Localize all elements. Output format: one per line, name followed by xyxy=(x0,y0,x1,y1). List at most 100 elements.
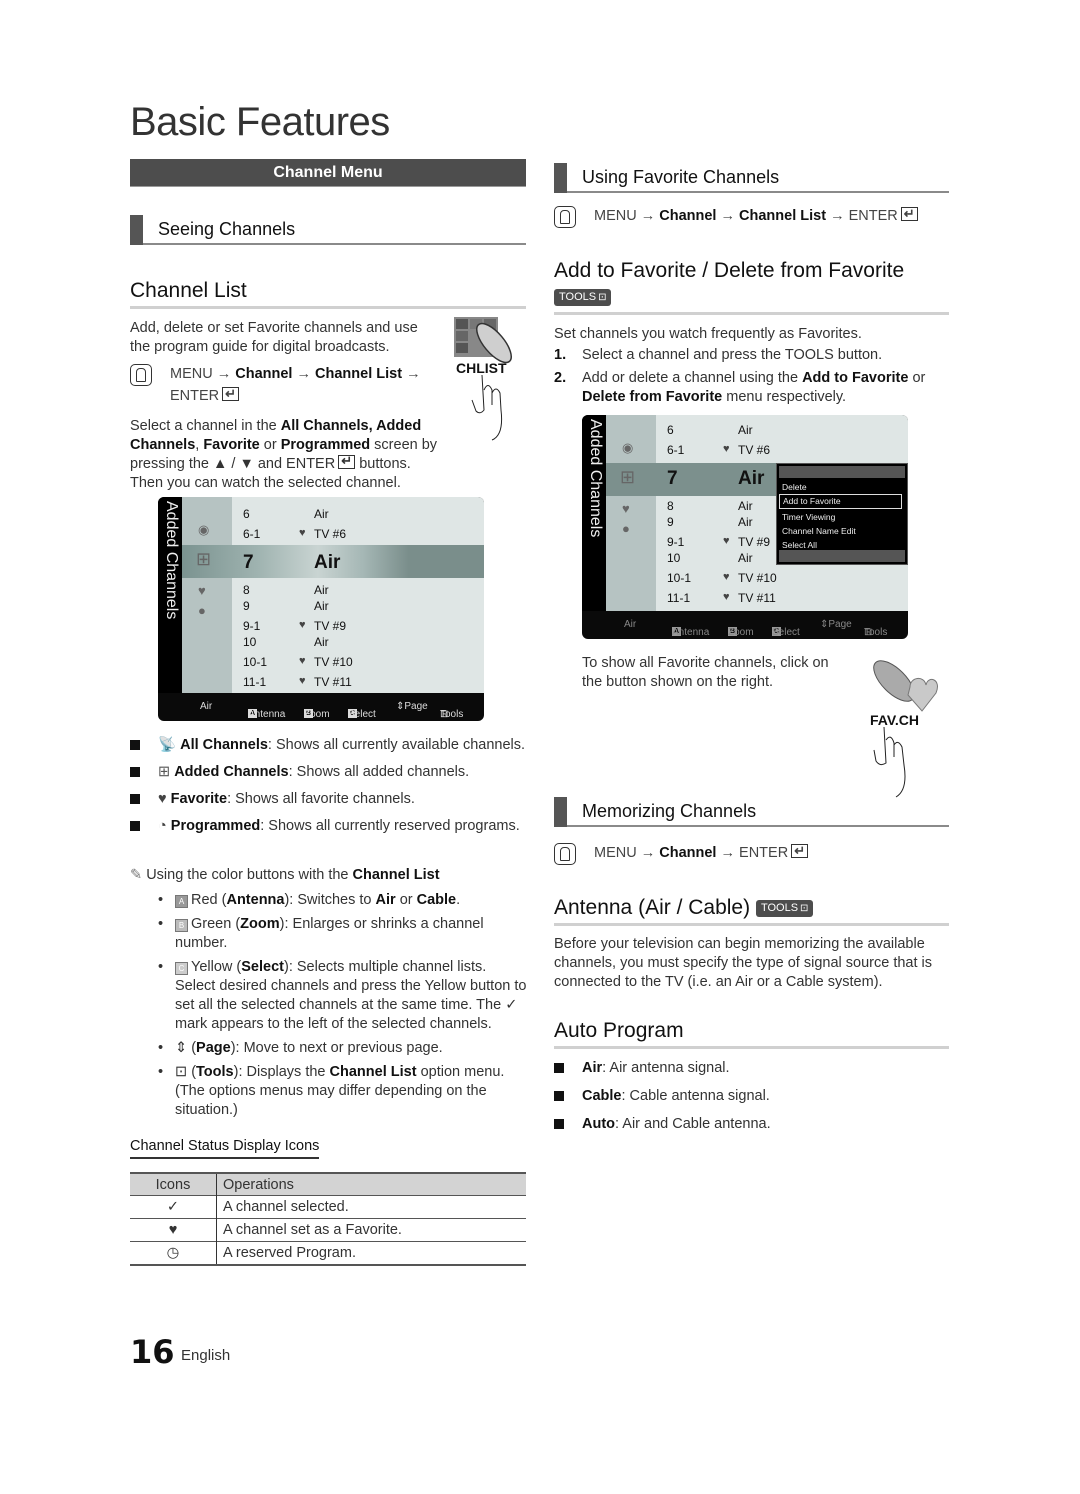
tools-menu-channel-name-edit[interactable]: Channel Name Edit xyxy=(782,526,856,536)
page-button-desc: ⇕ (Page): Move to next or previous page. xyxy=(130,1039,530,1058)
tools-button-desc: ⊡ (Tools): Displays the Channel List opt… xyxy=(130,1063,530,1120)
menu-path-channel-list: Channel List xyxy=(315,366,403,382)
favorite-heart-icon: ♥ xyxy=(723,535,730,547)
desc: : Air and Cable antenna. xyxy=(615,1116,771,1132)
select-channel-instructions: Select a channel in the All Channels, Ad… xyxy=(130,417,445,493)
t: ): Switches to xyxy=(284,892,376,908)
label: Added Channels xyxy=(174,764,289,780)
favch-remote-illustration: FAV.CH xyxy=(866,655,938,810)
b-key-icon: B xyxy=(175,919,188,932)
channel-name: Air xyxy=(738,499,753,513)
sub-heading-favorite-channels: Using Favorite Channels xyxy=(554,163,949,193)
channel-number: 6 xyxy=(243,507,250,521)
label: Auto xyxy=(582,1116,616,1132)
favorite-heart-icon: ♥ xyxy=(299,655,306,667)
channel-name: TV #10 xyxy=(314,655,353,669)
note-line: ✎ Using the color buttons with the Chann… xyxy=(130,866,530,885)
option-auto: Auto: Air and Cable antenna. xyxy=(554,1115,949,1134)
note-pencil-icon: ✎ xyxy=(130,867,147,883)
label: Favorite xyxy=(170,791,228,807)
channel-number: 8 xyxy=(243,583,250,597)
footer-page-button[interactable]: ⇕Page xyxy=(820,619,852,630)
all-channels-icon: ◉ xyxy=(198,522,210,537)
label: Antenna xyxy=(248,709,286,720)
channel-name: Air xyxy=(314,552,341,573)
text-bold: Favorite xyxy=(203,437,260,453)
desc: : Shows all currently available channels… xyxy=(267,737,526,753)
channel-number: 9-1 xyxy=(667,535,685,549)
status-icons-table: Icons Operations ✓ A channel selected. ♥… xyxy=(130,1172,526,1266)
favorite-menu-path: MENU → Channel → Channel List → ENTER xyxy=(554,203,949,228)
favorite-heart-icon: ♥ xyxy=(299,527,306,539)
favorite-heart-icon: ♥ xyxy=(723,591,730,603)
operation: A reserved Program. xyxy=(216,1241,526,1266)
channel-number: 7 xyxy=(667,468,678,489)
section-title-channel-list: Channel List xyxy=(130,278,526,309)
channel-list-intro: Add, delete or set Favorite channels and… xyxy=(130,320,418,355)
label: Antenna xyxy=(672,627,710,638)
programmed-icon: ● xyxy=(198,603,206,618)
note-bold: Channel List xyxy=(352,867,440,883)
channel-number: 7 xyxy=(243,552,254,573)
popup-top-bar xyxy=(779,466,905,478)
label: Select xyxy=(772,627,800,638)
menu-path-enter: ENTER xyxy=(848,208,898,224)
step-number: 1. xyxy=(554,347,567,363)
b: Cable xyxy=(416,892,457,908)
t: Select a channel and press the xyxy=(582,347,785,363)
tools-menu-select-all[interactable]: Select All xyxy=(782,540,817,550)
popup-bottom-bar xyxy=(779,550,905,562)
remote-hand-icon xyxy=(554,843,576,865)
tools-menu-add-to-favorite[interactable]: Add to Favorite xyxy=(779,494,902,509)
footer-source: Air xyxy=(200,701,213,712)
color-button-yellow: CYellow (Select): Selects multiple chann… xyxy=(130,958,530,1034)
channel-name: TV #9 xyxy=(314,619,347,633)
color-button-red: ARed (Antenna): Switches to Air or Cable… xyxy=(130,891,530,910)
sub-heading-seeing-channels: Seeing Channels xyxy=(130,215,526,245)
channel-number: 8 xyxy=(667,499,674,513)
tools-menu-timer-viewing[interactable]: Timer Viewing xyxy=(782,512,835,522)
tools-icon: ⊡ xyxy=(175,1064,188,1080)
table-row: ◷ A reserved Program. xyxy=(130,1241,526,1266)
channel-number: 10 xyxy=(243,635,257,649)
page-title: Basic Features xyxy=(130,100,390,144)
b: Zoom xyxy=(240,916,280,932)
channel-number: 9 xyxy=(667,515,674,529)
channel-name: TV #6 xyxy=(738,443,771,457)
table-row: ♥ A channel set as a Favorite. xyxy=(130,1218,526,1242)
screen-footer: Air A Antenna B Zoom C Select ⇕Page ⊡ Tools xyxy=(158,693,484,721)
text: or xyxy=(259,437,281,453)
t: menu respectively. xyxy=(722,389,847,405)
tools-badge: TOOLS ⊡ xyxy=(755,900,814,917)
tools-menu-delete[interactable]: Delete xyxy=(782,482,807,492)
arrow: → xyxy=(720,845,736,861)
color-button-green: BGreen (Zoom): Enlarges or shrinks a cha… xyxy=(130,915,530,953)
option-air: Air: Air antenna signal. xyxy=(554,1059,949,1078)
tools-icon: ⊡ xyxy=(598,292,607,303)
channel-number: 9-1 xyxy=(243,619,261,633)
category-programmed: ◔ Programmed: Shows all currently reserv… xyxy=(130,817,530,836)
channel-name: Air xyxy=(738,423,753,437)
favorite-heart-icon: ♥ xyxy=(723,571,730,583)
enter-icon xyxy=(338,451,356,470)
arrow: → xyxy=(296,366,312,382)
t: or xyxy=(908,370,926,386)
section-title-auto-program: Auto Program xyxy=(554,1018,949,1049)
label: All Channels xyxy=(180,737,268,753)
title-text: Antenna (Air / Cable) xyxy=(554,896,751,919)
favorite-intro: Set channels you watch frequently as Fav… xyxy=(554,326,862,342)
enter-icon xyxy=(222,383,240,405)
operation: A channel selected. xyxy=(216,1195,526,1219)
chlist-button-icon xyxy=(454,317,512,441)
footer-page-button[interactable]: ⇕Page xyxy=(396,701,428,712)
channel-number: 11-1 xyxy=(667,591,691,605)
label: Cable xyxy=(582,1088,622,1104)
channel-number: 11-1 xyxy=(243,675,267,689)
b: Tools xyxy=(196,1064,234,1080)
channel-name: TV #11 xyxy=(314,675,352,689)
added-channels-icon: ⊞ xyxy=(620,467,636,487)
status-table-title: Channel Status Display Icons xyxy=(130,1138,320,1159)
title-text: Add to Favorite / Delete from Favorite xyxy=(554,259,905,282)
label: Air xyxy=(582,1060,603,1076)
label: TOOLS xyxy=(760,902,799,914)
